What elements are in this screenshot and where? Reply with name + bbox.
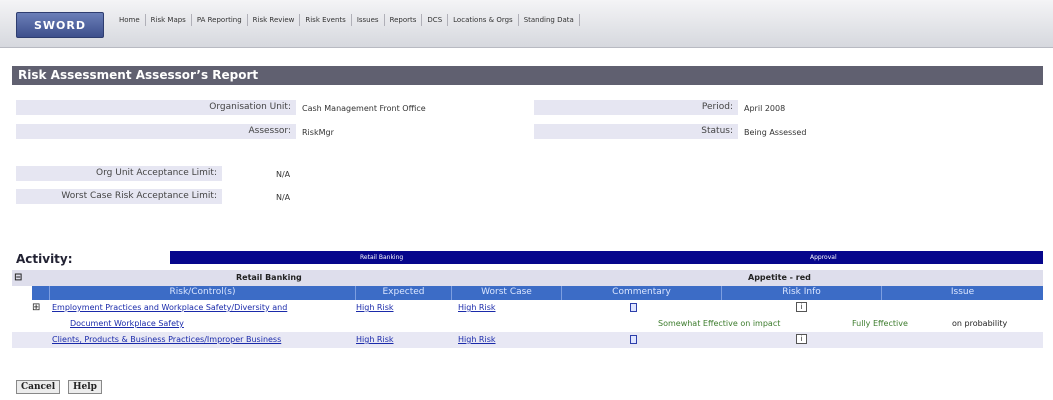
control-link[interactable]: Document Workplace Safety [70, 319, 184, 328]
worst-case-acceptance-limit-value: N/A [276, 193, 291, 202]
column-header-expected[interactable]: Expected [356, 286, 452, 300]
activity-bar: Retail Banking Approval [170, 251, 1043, 264]
risk-link[interactable]: Clients, Products & Business Practices/I… [52, 335, 354, 344]
table-row: ⊞ Employment Practices and Workplace Saf… [12, 300, 1043, 316]
status-value: Being Assessed [744, 128, 807, 137]
menu-item-pa-reporting[interactable]: PA Reporting [192, 14, 248, 26]
worst-case-rating-link[interactable]: High Risk [458, 335, 496, 344]
menu-item-risk-maps[interactable]: Risk Maps [146, 14, 192, 26]
sword-logo[interactable]: SWORD [16, 12, 104, 38]
org-unit-label: Organisation Unit: [16, 100, 296, 115]
help-button[interactable]: Help [68, 380, 102, 394]
menu-item-risk-events[interactable]: Risk Events [300, 14, 352, 26]
header-spacer [32, 286, 50, 300]
impact-effectiveness: Somewhat Effective on impact [658, 319, 781, 328]
worst-case-rating-link[interactable]: High Risk [458, 303, 496, 312]
menu-item-issues[interactable]: Issues [352, 14, 385, 26]
menu-item-reports[interactable]: Reports [385, 14, 423, 26]
org-unit-acceptance-limit-value: N/A [276, 170, 291, 179]
table-row: Document Workplace Safety Somewhat Effec… [12, 316, 1043, 332]
probability-note: on probability [952, 319, 1008, 328]
risk-info-icon[interactable]: i [796, 334, 807, 344]
expected-rating-link[interactable]: High Risk [356, 335, 394, 344]
risk-table: ⊟ Retail Banking Appetite - red Risk/Con… [12, 270, 1043, 348]
appetite-label: Appetite - red [748, 273, 811, 282]
column-header-issue[interactable]: Issue [882, 286, 1043, 300]
status-label: Status: [534, 124, 738, 139]
cancel-button[interactable]: Cancel [16, 380, 61, 394]
column-header-commentary[interactable]: Commentary [562, 286, 722, 300]
activity-bar-retail-banking: Retail Banking [360, 254, 404, 261]
menu-item-standing-data[interactable]: Standing Data [519, 14, 580, 26]
effectiveness-status: Fully Effective [852, 319, 908, 328]
org-unit-value: Cash Management Front Office [302, 104, 426, 113]
activity-bar-approval: Approval [810, 254, 837, 261]
risk-info-icon[interactable]: i [796, 302, 807, 312]
main-menu: Home Risk Maps PA Reporting Risk Review … [114, 14, 580, 26]
top-navigation-bar: SWORD Home Risk Maps PA Reporting Risk R… [0, 0, 1053, 48]
worst-case-acceptance-limit-label: Worst Case Risk Acceptance Limit: [16, 189, 222, 204]
group-name: Retail Banking [236, 273, 302, 282]
column-header-worst-case[interactable]: Worst Case [452, 286, 562, 300]
menu-item-locations-orgs[interactable]: Locations & Orgs [448, 14, 519, 26]
assessor-label: Assessor: [16, 124, 296, 139]
period-value: April 2008 [744, 104, 786, 113]
column-header-risk-controls[interactable]: Risk/Control(s) [50, 286, 356, 300]
collapse-group-icon[interactable]: ⊟ [14, 272, 22, 283]
period-label: Period: [534, 100, 738, 115]
risk-link[interactable]: Employment Practices and Workplace Safet… [52, 303, 354, 312]
commentary-document-icon[interactable] [630, 303, 637, 315]
table-header-row: Risk/Control(s) Expected Worst Case Comm… [12, 286, 1043, 300]
menu-item-risk-review[interactable]: Risk Review [248, 14, 301, 26]
org-unit-acceptance-limit-label: Org Unit Acceptance Limit: [16, 166, 222, 181]
group-row: ⊟ Retail Banking Appetite - red [12, 270, 1043, 286]
table-row: Clients, Products & Business Practices/I… [12, 332, 1043, 348]
commentary-document-icon[interactable] [630, 335, 637, 347]
menu-item-dcs[interactable]: DCS [422, 14, 449, 26]
expected-rating-link[interactable]: High Risk [356, 303, 394, 312]
assessor-value: RiskMgr [302, 128, 334, 137]
column-header-risk-info[interactable]: Risk Info [722, 286, 882, 300]
expand-row-icon[interactable]: ⊞ [32, 302, 40, 313]
activity-label: Activity: [16, 252, 73, 266]
page-title: Risk Assessment Assessor’s Report [12, 66, 1043, 85]
menu-item-home[interactable]: Home [114, 14, 146, 26]
